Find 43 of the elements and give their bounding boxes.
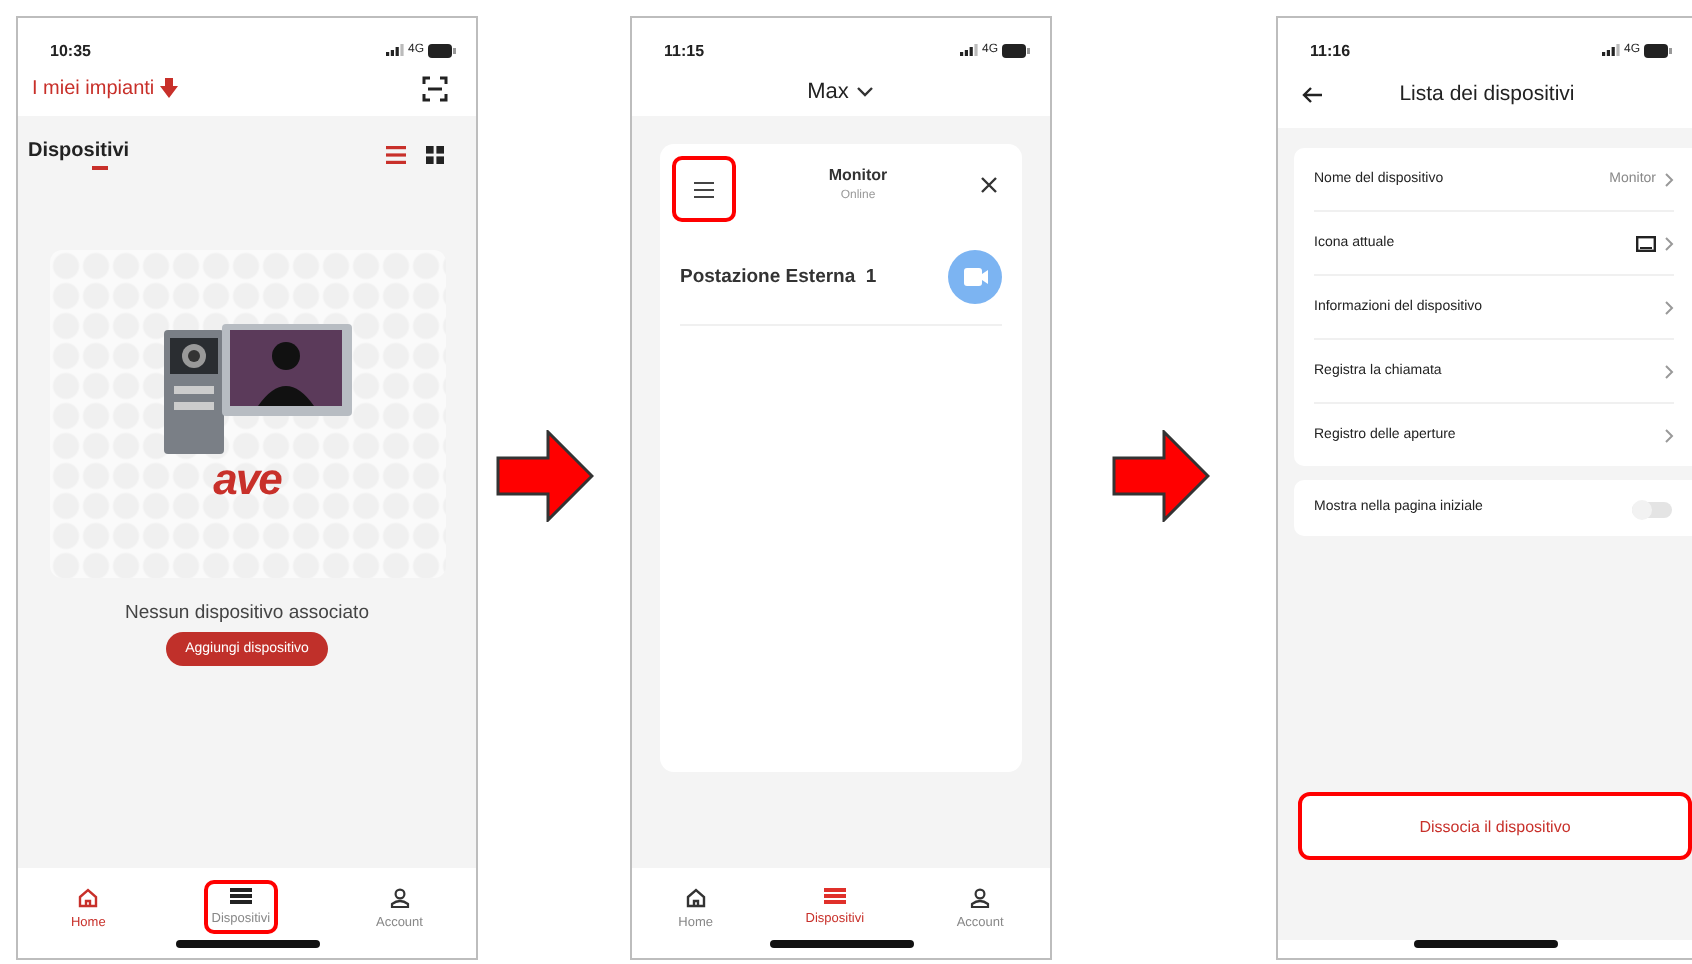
devices-icon [823, 888, 846, 904]
user-name[interactable]: Max [807, 80, 849, 104]
battery-icon [1644, 43, 1672, 57]
right-arrow-icon [1112, 430, 1210, 522]
back-arrow-icon[interactable] [1302, 85, 1322, 103]
status-time: 11:16 [1310, 41, 1351, 59]
down-arrow-icon[interactable] [160, 78, 179, 98]
status-time: 10:35 [50, 41, 91, 59]
battery-icon [1002, 43, 1030, 57]
toggle-switch[interactable] [1632, 502, 1672, 518]
right-arrow-icon [496, 430, 594, 522]
status-time: 11:15 [664, 41, 705, 59]
devices-icon [229, 888, 252, 904]
chevron-right-icon [1664, 171, 1674, 187]
device-name: Monitor [828, 166, 888, 184]
battery-icon [428, 43, 456, 57]
account-icon [389, 888, 410, 908]
chevron-right-icon [1664, 299, 1674, 315]
empty-message: Nessun dispositivo associato [125, 602, 369, 624]
home-icon [78, 888, 99, 908]
signal-icon [959, 44, 978, 56]
video-camera-icon [963, 268, 987, 286]
chevron-right-icon [1664, 427, 1674, 443]
chevron-down-icon[interactable] [856, 86, 875, 98]
signal-icon [385, 44, 404, 56]
home-icon [685, 888, 706, 908]
menu-button[interactable] [672, 156, 736, 222]
signal-icon [1601, 44, 1620, 56]
unlink-device-button[interactable]: Dissocia il dispositivo [1298, 792, 1692, 860]
scan-icon[interactable] [422, 75, 448, 101]
menu-icon [694, 181, 714, 197]
section-title: Dispositivi [28, 140, 130, 170]
chevron-right-icon [1664, 363, 1674, 379]
close-icon[interactable] [980, 176, 998, 194]
page-title: Lista dei dispositivi [1397, 82, 1577, 106]
chevron-right-icon [1664, 235, 1674, 251]
monitor-icon [1636, 235, 1656, 251]
brand-logo: ave [213, 454, 281, 506]
account-icon [970, 888, 991, 908]
grid-view-icon[interactable] [426, 146, 444, 164]
plants-title[interactable]: I miei impianti [32, 77, 155, 99]
list-view-icon[interactable] [386, 146, 406, 164]
station-name[interactable]: Postazione Esterna 1 [680, 266, 877, 288]
